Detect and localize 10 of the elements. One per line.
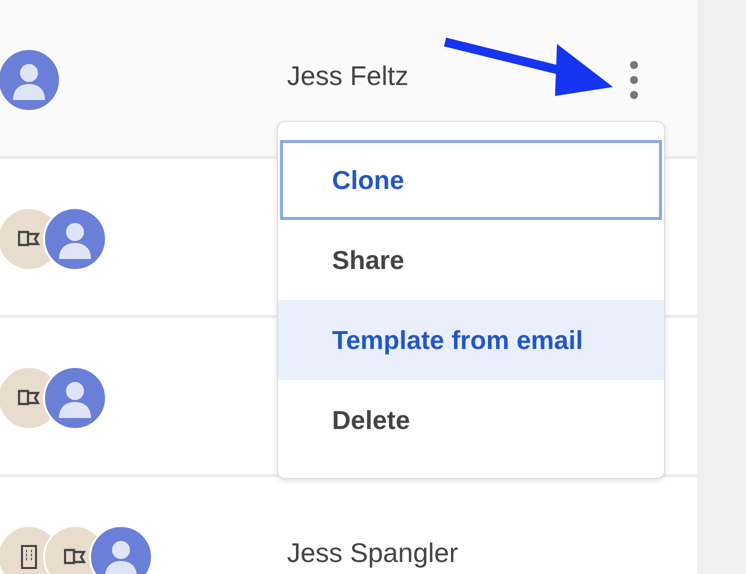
menu-item[interactable]: Share — [280, 220, 662, 300]
menu-item[interactable]: Template from email — [278, 300, 664, 380]
flag-icon — [18, 389, 40, 407]
contact-name: Jess Spangler — [287, 538, 458, 569]
contact-name: Jess Feltz — [287, 61, 409, 92]
flag-icon — [18, 230, 40, 248]
menu-item[interactable]: Clone — [280, 140, 662, 220]
flag-icon — [64, 548, 86, 566]
menu-item[interactable]: Delete — [280, 380, 662, 460]
building-icon — [20, 545, 38, 569]
